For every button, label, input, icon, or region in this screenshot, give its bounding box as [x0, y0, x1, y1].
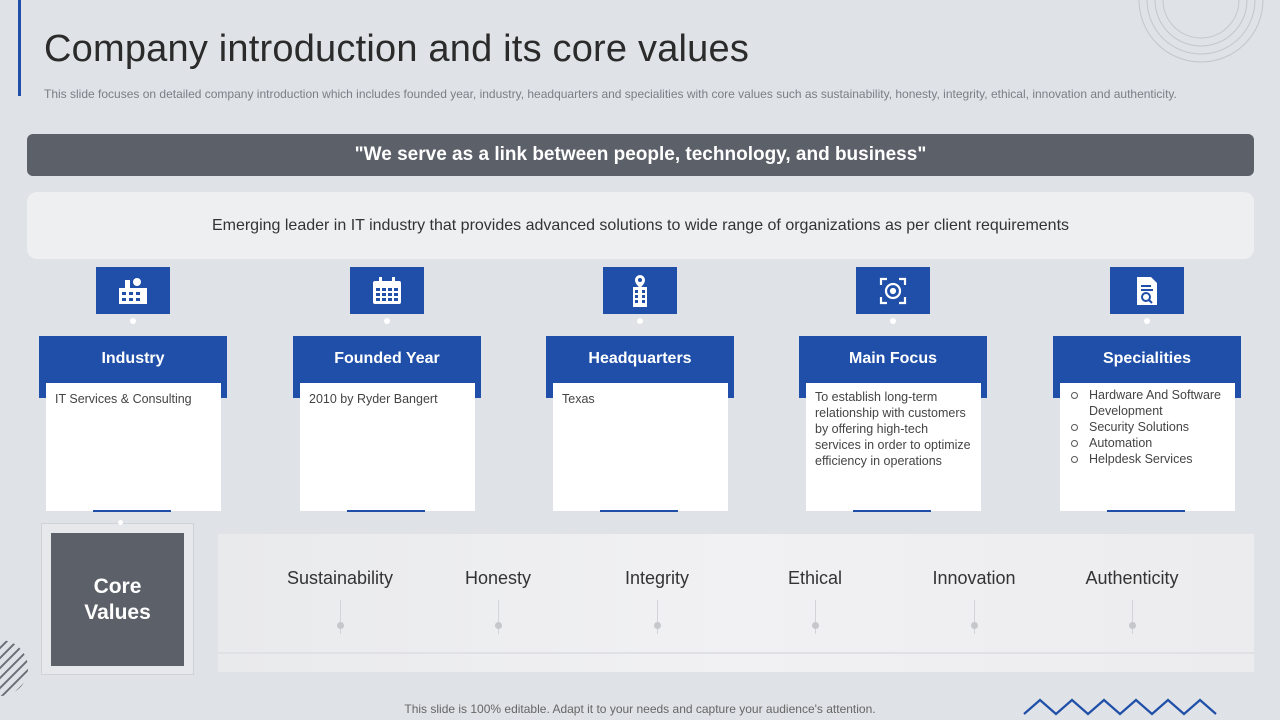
- card-headquarters: Headquarters Texas: [546, 267, 736, 517]
- card-body: To establish long-term relationship with…: [806, 383, 981, 512]
- page-title: Company introduction and its core values: [44, 28, 750, 70]
- core-values-label: Core Values: [51, 533, 184, 666]
- card-underline: [347, 510, 425, 512]
- value-honesty: Honesty: [464, 568, 532, 588]
- card-underline: [1107, 510, 1185, 512]
- card-body: IT Services & Consulting: [46, 383, 221, 512]
- core-values-label-line2: Values: [84, 600, 151, 624]
- list-item: Security Solutions: [1069, 419, 1226, 435]
- values-baseline: [218, 652, 1254, 654]
- connector-dot: [384, 318, 390, 324]
- tagline-text: "We serve as a link between people, tech…: [354, 144, 927, 165]
- value-pin: [495, 622, 502, 629]
- connector-dot: [118, 520, 123, 525]
- value-authenticity: Authenticity: [1085, 568, 1179, 588]
- page-subtitle: This slide focuses on detailed company i…: [44, 87, 1177, 101]
- value-sustainability: Sustainability: [286, 568, 394, 588]
- card-underline: [93, 510, 171, 512]
- calendar-icon: [350, 267, 424, 314]
- value-innovation: Innovation: [932, 568, 1016, 588]
- card-text: 2010 by Ryder Bangert: [309, 392, 438, 406]
- card-text: Texas: [562, 392, 595, 406]
- decorative-stripes: [0, 640, 28, 696]
- list-item: Automation: [1069, 435, 1226, 451]
- value-pin: [971, 622, 978, 629]
- description-text: Emerging leader in IT industry that prov…: [211, 216, 1070, 234]
- connector-dot: [130, 318, 136, 324]
- card-body: 2010 by Ryder Bangert: [300, 383, 475, 512]
- card-founded-year: Founded Year 2010 by Ryder Bangert: [293, 267, 483, 517]
- connector-dot: [1144, 318, 1150, 324]
- connector-dot: [890, 318, 896, 324]
- specialities-list: Hardware And Software Development Securi…: [1069, 387, 1226, 467]
- card-specialities: Specialities Hardware And Software Devel…: [1053, 267, 1243, 517]
- value-pin: [1129, 622, 1136, 629]
- card-text: To establish long-term relationship with…: [815, 390, 971, 468]
- footer-note: This slide is 100% editable. Adapt it to…: [404, 702, 876, 716]
- building-location-icon: [603, 267, 677, 314]
- decorative-circles: [1138, 0, 1264, 63]
- core-values-panel: Sustainability Honesty Integrity Ethical…: [218, 534, 1254, 672]
- card-body: Texas: [553, 383, 728, 512]
- value-pin: [812, 622, 819, 629]
- value-pin: [654, 622, 661, 629]
- connector-dot: [637, 318, 643, 324]
- list-item: Helpdesk Services: [1069, 451, 1226, 467]
- value-integrity: Integrity: [624, 568, 690, 588]
- list-item: Hardware And Software Development: [1069, 387, 1226, 419]
- card-underline: [853, 510, 931, 512]
- card-text: IT Services & Consulting: [55, 392, 192, 406]
- tagline-banner: "We serve as a link between people, tech…: [27, 134, 1254, 176]
- value-ethical: Ethical: [787, 568, 843, 588]
- target-icon: [856, 267, 930, 314]
- card-body: Hardware And Software Development Securi…: [1060, 383, 1235, 512]
- left-accent-bar: [18, 0, 21, 96]
- value-pin: [337, 622, 344, 629]
- card-main-focus: Main Focus To establish long-term relati…: [799, 267, 989, 517]
- document-search-icon: [1110, 267, 1184, 314]
- card-industry: Industry IT Services & Consulting: [39, 267, 229, 517]
- card-underline: [600, 510, 678, 512]
- company-description: Emerging leader in IT industry that prov…: [27, 192, 1254, 259]
- core-values-label-line1: Core: [93, 574, 142, 598]
- factory-icon: [96, 267, 170, 314]
